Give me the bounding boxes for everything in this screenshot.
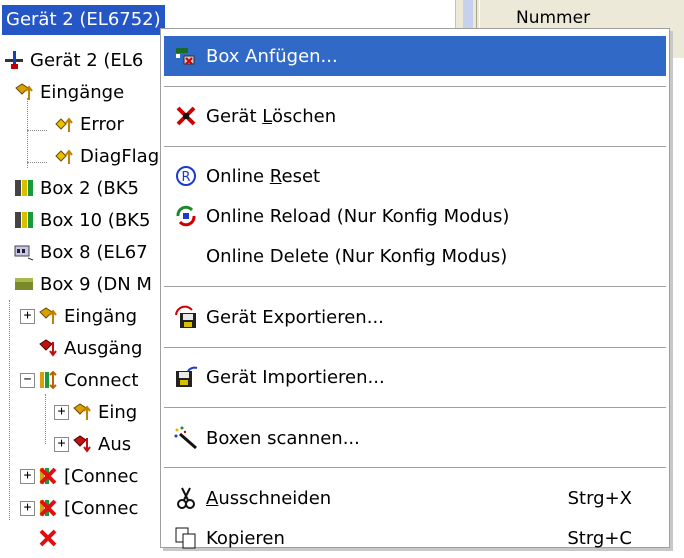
delete-x-icon [174, 104, 198, 128]
menu-separator [164, 286, 666, 288]
add-box-icon [174, 44, 198, 68]
tree-item-label: [Connec [64, 465, 139, 487]
tree-item-connection-disabled[interactable]: + [Connec [20, 460, 138, 492]
menu-item-copy[interactable]: Kopieren Strg+C [164, 518, 666, 558]
menu-separator [164, 146, 666, 148]
menu-item-online-reset[interactable]: R Online Reset [164, 156, 666, 196]
tree-line [45, 394, 46, 444]
tree-item-label: Gerät 2 (EL6 [30, 49, 144, 71]
import-disk-icon [174, 365, 198, 389]
tree-item-label: Eingäng [64, 305, 138, 327]
tree-line [27, 98, 28, 168]
menu-item-label: Box Anfügen... [206, 45, 338, 67]
menu-item-label: Boxen scannen... [206, 427, 360, 449]
tree-item-label: DiagFlag [80, 145, 160, 167]
tree-item-label: Ausgäng [64, 337, 143, 359]
expand-toggle[interactable]: + [20, 308, 35, 324]
tree-item-box9[interactable]: Box 9 (DN M [14, 268, 152, 300]
input-var-icon [54, 114, 74, 134]
context-menu: Box Anfügen... Gerät Löschen R Online Re… [160, 28, 670, 549]
empty-icon-slot [174, 244, 198, 268]
tree-item-box9-outputs[interactable]: Ausgäng [38, 332, 142, 364]
menu-item-label: Online Delete (Nur Konfig Modus) [206, 245, 508, 267]
disabled-x-icon [38, 466, 58, 486]
scissors-icon [174, 486, 198, 510]
tree-item-conn-outputs[interactable]: + Aus [54, 428, 131, 460]
bus-coupler-icon [14, 178, 34, 198]
inputs-icon [38, 306, 58, 326]
inputs-icon [72, 402, 92, 422]
tree-item-box9-inputs[interactable]: + Eingäng [20, 300, 137, 332]
menu-item-label: Online Reset [206, 165, 321, 187]
tree-item-diagflag[interactable]: DiagFlag [54, 140, 159, 172]
tree-item-conn-inputs[interactable]: + Eing [54, 396, 137, 428]
menu-separator [164, 407, 666, 409]
tree-item-device[interactable]: Gerät 2 (EL6 [4, 44, 143, 76]
menu-item-shortcut: Strg+X [567, 487, 632, 509]
tree-item-box10[interactable]: Box 10 (BK5 [14, 204, 150, 236]
menu-separator [164, 467, 666, 469]
tree-item-label: Connect [64, 369, 139, 391]
tree-item-partial [38, 522, 64, 554]
menu-separator [164, 347, 666, 349]
tree-item-label: [Connec [64, 497, 139, 519]
disabled-x-icon [38, 528, 58, 548]
svg-text:R: R [182, 170, 191, 185]
outputs-icon [38, 338, 58, 358]
menu-item-import-device[interactable]: Gerät Importieren... [164, 357, 666, 397]
input-var-icon [54, 146, 74, 166]
reload-icon [174, 204, 198, 228]
ethercat-device-icon [4, 50, 24, 70]
tree-item-box8[interactable]: Box 8 (EL67 [14, 236, 148, 268]
outputs-icon [72, 434, 92, 454]
menu-item-online-delete[interactable]: Online Delete (Nur Konfig Modus) [164, 236, 666, 276]
menu-item-delete-device[interactable]: Gerät Löschen [164, 96, 666, 136]
menu-item-label: Gerät Löschen [206, 105, 337, 127]
menu-item-cut[interactable]: Ausschneiden Strg+X [164, 478, 666, 518]
expand-toggle[interactable]: + [20, 500, 35, 516]
menu-item-scan-boxes[interactable]: Boxen scannen... [164, 418, 666, 458]
inputs-icon [14, 82, 34, 102]
expand-toggle[interactable]: + [54, 404, 69, 420]
connection-icon [38, 370, 58, 390]
menu-item-label: Online Reload (Nur Konfig Modus) [206, 205, 510, 227]
menu-item-add-box[interactable]: Box Anfügen... [164, 36, 666, 76]
tree-item-label: Box 2 (BK5 [40, 177, 139, 199]
copy-icon [174, 526, 198, 550]
menu-item-export-device[interactable]: Gerät Exportieren... [164, 297, 666, 337]
terminal-box-icon [14, 242, 34, 262]
menu-item-label: Gerät Exportieren... [206, 306, 384, 328]
tree-item-label: Eing [98, 401, 138, 423]
tree-item-label: Box 8 (EL67 [40, 241, 148, 263]
magic-wand-icon [174, 426, 198, 450]
column-label-nummer[interactable]: Nummer [516, 8, 590, 28]
collapse-toggle[interactable]: − [20, 372, 35, 388]
tree-item-inputs[interactable]: Eingänge [14, 76, 124, 108]
expand-toggle[interactable]: + [20, 468, 35, 484]
export-disk-icon [174, 305, 198, 329]
tree-item-connection[interactable]: − Connect [20, 364, 138, 396]
tree-item-label: Box 9 (DN M [40, 273, 152, 295]
menu-item-label: Ausschneiden [206, 487, 332, 509]
tree-item-label: Eingänge [40, 81, 125, 103]
tree-item-error[interactable]: Error [54, 108, 124, 140]
expand-toggle[interactable]: + [54, 436, 69, 452]
tree-item-label: Error [80, 113, 124, 135]
tree-item-connection-disabled[interactable]: + [Connec [20, 492, 138, 524]
tree-item-label: Box 10 (BK5 [40, 209, 151, 231]
bus-coupler-icon [14, 210, 34, 230]
tree-item-box2[interactable]: Box 2 (BK5 [14, 172, 139, 204]
tree-item-label: Aus [98, 433, 132, 455]
menu-separator [164, 86, 666, 88]
disabled-x-icon [38, 498, 58, 518]
tree-line [9, 300, 10, 520]
tree-line [27, 130, 47, 131]
devicenet-box-icon [14, 274, 34, 294]
menu-item-label: Gerät Importieren... [206, 366, 385, 388]
reset-r-icon: R [174, 164, 198, 188]
menu-item-online-reload[interactable]: Online Reload (Nur Konfig Modus) [164, 196, 666, 236]
tree-line [27, 162, 47, 163]
selected-device-label[interactable]: Gerät 2 (EL6752) [2, 5, 165, 35]
